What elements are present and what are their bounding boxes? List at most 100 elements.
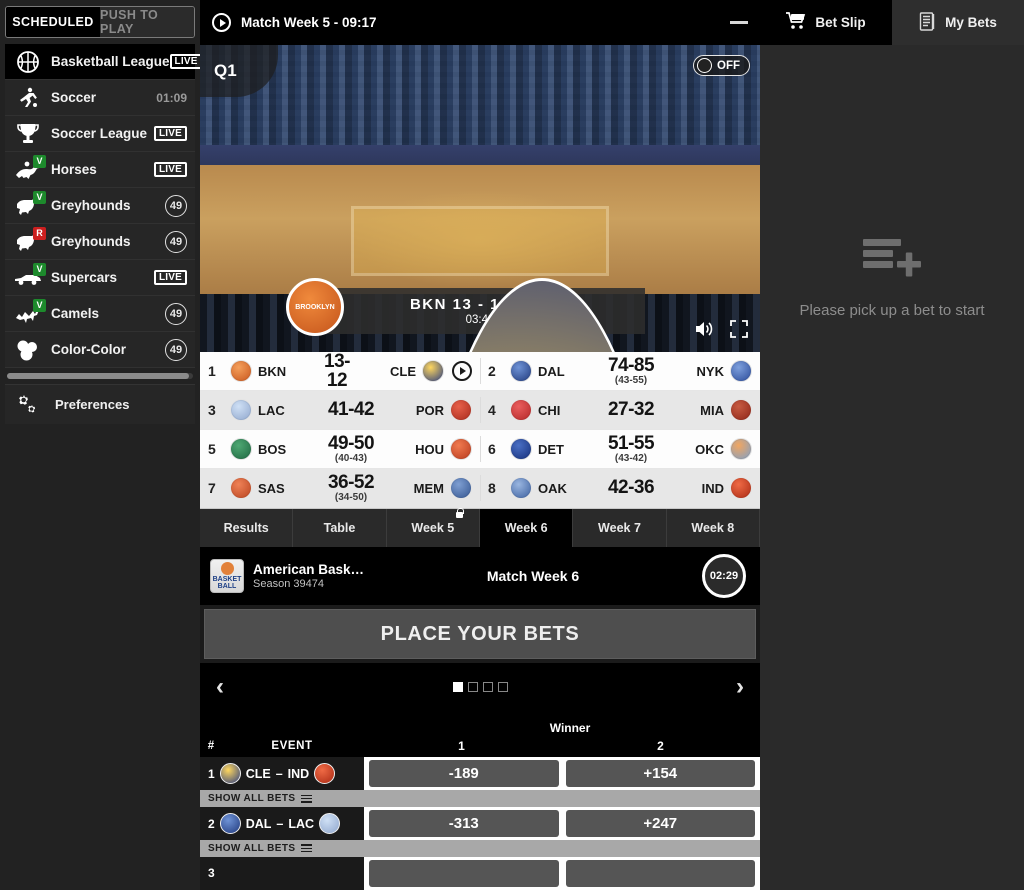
table-row[interactable]: 4 CHI 27-32 MIA — [480, 391, 760, 430]
odds-button-2[interactable]: +154 — [565, 760, 755, 788]
count-badge: 49 — [165, 338, 187, 361]
odds-buttons — [364, 857, 760, 890]
sound-off-toggle[interactable]: OFF — [693, 55, 750, 76]
sidebar-item-status: LIVE — [169, 54, 203, 69]
tab-label: Table — [323, 521, 356, 535]
carousel-dot[interactable] — [452, 682, 463, 692]
center-column: Match Week 5 - 09:17 Q1 OFF BROOKLYN BKN… — [200, 0, 760, 890]
team-logo-icon — [422, 360, 444, 382]
show-all-label: SHOW ALL BETS — [208, 842, 296, 854]
sidebar-item-basketball-league[interactable]: Basketball League LIVE — [5, 44, 203, 80]
tab-week-5[interactable]: Week 5 — [387, 508, 480, 547]
table-row[interactable]: 3 LAC 41-42 POR — [200, 391, 480, 430]
tab-week-8[interactable]: Week 8 — [667, 509, 760, 547]
sidebar-item-color-color[interactable]: Color-Color 49 — [5, 332, 195, 368]
score-sub: (43-55) — [614, 374, 648, 386]
greyhound-icon: V — [11, 190, 46, 219]
sidebar-item-preferences[interactable]: Preferences — [5, 384, 195, 424]
live-video-player[interactable]: Q1 OFF BROOKLYN BKN 13 - 12 CLE 03:49 CL… — [200, 45, 760, 352]
team-logo-icon — [730, 477, 752, 499]
team-logo-icon — [450, 399, 472, 421]
logo-line-1: BASKET — [212, 576, 242, 583]
sidebar-scrollbar[interactable] — [7, 373, 193, 379]
tab-label: Bet Slip — [815, 15, 866, 30]
tab-bet-slip[interactable]: Bet Slip — [760, 0, 892, 45]
sidebar-item-soccer-league[interactable]: Soccer League LIVE — [5, 116, 195, 152]
sidebar-item-greyhounds-replay[interactable]: R Greyhounds 49 — [5, 224, 195, 260]
table-row[interactable]: 6 DET 51-55 (43-42) OKC — [480, 430, 760, 469]
home-team-abbr: DAL — [538, 363, 565, 379]
show-all-bets-button[interactable]: SHOW ALL BETS — [200, 790, 760, 807]
row-index: 7 — [208, 480, 216, 496]
play-icon[interactable] — [212, 13, 231, 32]
tab-week-7[interactable]: Week 7 — [573, 509, 667, 547]
table-row[interactable]: 8 OAK 42-36 IND — [480, 469, 760, 508]
scorebug: BROOKLYN BKN 13 - 12 CLE 03:49 CLEVELAND — [286, 278, 674, 352]
gear-icon — [11, 392, 45, 418]
odds-event-cell[interactable]: 3 — [200, 856, 364, 890]
odds-button-1[interactable] — [369, 859, 559, 887]
count-badge: 49 — [165, 230, 187, 253]
place-your-bets-banner[interactable]: PLACE YOUR BETS — [204, 609, 756, 659]
odds-row-number: 2 — [208, 816, 215, 831]
sidebar-item-horses[interactable]: V Horses LIVE — [5, 152, 195, 188]
tab-my-bets[interactable]: My Bets — [892, 0, 1024, 45]
home-side: BOS — [230, 438, 322, 460]
table-row[interactable]: 2 DAL 74-85 (43-55) NYK — [480, 352, 760, 391]
sidebar-item-status: 49 — [165, 338, 187, 361]
tab-table[interactable]: Table — [293, 509, 387, 547]
sidebar-item-label: Camels — [51, 306, 100, 321]
column-hash: # — [207, 740, 215, 752]
score-block: 41-42 — [322, 400, 380, 420]
tab-week-6[interactable]: Week 6 — [479, 509, 574, 547]
table-row[interactable]: 7 SAS 36-52 (34-50) MEM — [200, 469, 480, 508]
carousel-dot[interactable] — [467, 682, 478, 692]
odds-button-2[interactable]: +247 — [565, 809, 755, 838]
away-side: NYK — [660, 360, 752, 382]
table-row[interactable]: 1 BKN 13-12 CLE — [200, 351, 480, 391]
carousel-prev-arrow[interactable]: ‹ — [216, 675, 224, 699]
score-block: 51-55 (43-42) — [602, 434, 660, 464]
score-sub: (43-42) — [614, 452, 648, 464]
toggle-label: OFF — [717, 59, 740, 72]
empty-bet-slip-text: Please pick up a bet to start — [799, 302, 985, 319]
odds-event-cell[interactable]: 2 DAL – LAC — [200, 806, 364, 841]
team-logo-icon — [510, 477, 532, 499]
sidebar-item-supercars[interactable]: V Supercars LIVE — [5, 260, 195, 296]
odds-button-2[interactable] — [565, 859, 755, 887]
bet-carousel: ‹ › — [200, 663, 760, 711]
mode-push-to-play[interactable]: PUSH TO PLAY — [100, 7, 194, 37]
sidebar-item-label: Greyhounds — [51, 234, 131, 249]
odds-event-cell[interactable]: 1 CLE – IND — [200, 757, 364, 791]
carousel-dot[interactable] — [497, 682, 508, 692]
odds-button-1[interactable]: -189 — [369, 760, 559, 788]
camel-icon: V — [11, 298, 46, 327]
home-team-abbr: SAS — [258, 480, 285, 496]
odds-button-1[interactable]: -313 — [369, 809, 559, 838]
sidebar-item-soccer[interactable]: Soccer 01:09 — [5, 80, 195, 116]
live-badge: LIVE — [169, 54, 203, 69]
carousel-dot[interactable] — [482, 682, 493, 692]
car-icon: V — [11, 262, 46, 291]
tab-results[interactable]: Results — [200, 509, 294, 547]
odds-dash: – — [276, 816, 284, 831]
sidebar-item-label: Horses — [51, 162, 97, 177]
tab-label: Week 5 — [411, 521, 455, 535]
minimize-icon[interactable] — [730, 21, 748, 24]
tab-label: Week 8 — [691, 521, 735, 535]
table-row[interactable]: 5 BOS 49-50 (40-43) HOU — [200, 430, 480, 469]
horse-icon: V — [11, 154, 46, 183]
sidebar-item-greyhounds-virtual[interactable]: V Greyhounds 49 — [5, 188, 195, 224]
away-side: POR — [380, 399, 472, 421]
right-panel: Bet Slip My Bets Please pick up a bet to… — [760, 0, 1024, 890]
count-badge: 49 — [165, 194, 187, 217]
home-team-abbr: CHI — [538, 402, 561, 418]
show-all-bets-button[interactable]: SHOW ALL BETS — [200, 840, 760, 857]
carousel-next-arrow[interactable]: › — [736, 675, 744, 699]
fullscreen-icon[interactable] — [730, 320, 748, 338]
mode-scheduled[interactable]: SCHEDULED — [6, 7, 100, 37]
sidebar-item-camels[interactable]: V Camels 49 — [5, 296, 195, 332]
away-side: MEM — [380, 477, 472, 499]
volume-icon[interactable] — [694, 320, 714, 338]
row-play-button[interactable] — [452, 361, 472, 381]
